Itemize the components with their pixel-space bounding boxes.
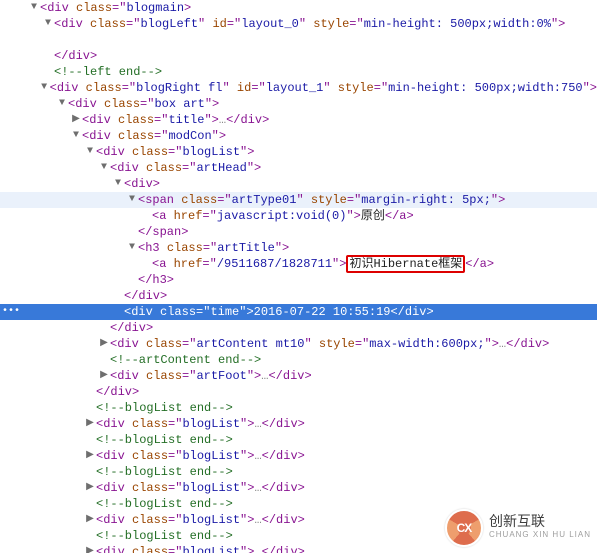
dom-tree[interactable]: <div class="blogmain><div class="blogLef… (0, 0, 597, 553)
code-segment: <div class="blogList">…</div> (96, 480, 305, 496)
tree-line[interactable]: </h3> (0, 272, 597, 288)
tree-line[interactable]: <!--left end--> (0, 64, 597, 80)
code-segment: <div class="time">2016-07-22 10:55:19</d… (124, 304, 434, 320)
tree-line[interactable]: </div> (0, 48, 597, 64)
tree-line[interactable]: <h3 class="artTitle"> (0, 240, 597, 256)
tree-line[interactable]: ••• <div class="time">2016-07-22 10:55:19… (0, 304, 597, 320)
expand-arrow-icon[interactable] (70, 128, 82, 144)
code-segment: <div class="blogList">…</div> (96, 416, 305, 432)
expand-arrow-icon[interactable] (42, 16, 54, 32)
code-segment: </div> (96, 384, 139, 400)
tree-line[interactable]: <div class="modCon"> (0, 128, 597, 144)
code-segment: <!--blogList end--> (96, 400, 233, 416)
expand-arrow-icon[interactable] (112, 176, 124, 192)
code-segment: <div class="artFoot">…</div> (110, 368, 312, 384)
code-segment: <div class="blogList">…</div> (96, 512, 305, 528)
tree-line[interactable]: <!--blogList end--> (0, 400, 597, 416)
tree-line[interactable]: <div class="blogmain> (0, 0, 597, 16)
tree-line[interactable]: <div class="blogLeft" id="layout_0" styl… (0, 16, 597, 32)
tree-line[interactable] (0, 32, 597, 48)
expand-arrow-icon[interactable] (126, 192, 138, 208)
tree-line[interactable]: <div class="artFoot">…</div> (0, 368, 597, 384)
code-segment: <!--blogList end--> (96, 464, 233, 480)
collapse-arrow-icon[interactable] (98, 368, 110, 384)
tree-line[interactable]: <div class="blogList">…</div> (0, 416, 597, 432)
tree-line[interactable]: <div class="artHead"> (0, 160, 597, 176)
code-segment: <div class="box art"> (68, 96, 219, 112)
code-segment: <span class="artType01" style="margin-ri… (138, 192, 505, 208)
code-segment: <div> (124, 176, 160, 192)
expand-arrow-icon[interactable] (84, 144, 96, 160)
code-segment: <div class="blogLeft" id="layout_0" styl… (54, 16, 565, 32)
code-segment: <div class="blogList">…</div> (96, 544, 305, 553)
tree-line[interactable]: <div class="artContent mt10" style="max-… (0, 336, 597, 352)
collapse-arrow-icon[interactable] (84, 416, 96, 432)
tree-line[interactable]: <div class="blogRight fl" id="layout_1" … (0, 80, 597, 96)
code-segment: <!--blogList end--> (96, 432, 233, 448)
code-segment: <!--blogList end--> (96, 496, 233, 512)
code-segment: </div> (124, 288, 167, 304)
code-segment: <!--artContent end--> (110, 352, 261, 368)
code-segment: <h3 class="artTitle"> (138, 240, 289, 256)
code-segment: <!--blogList end--> (96, 528, 233, 544)
collapse-arrow-icon[interactable] (98, 336, 110, 352)
expand-arrow-icon[interactable] (98, 160, 110, 176)
tree-line[interactable]: <!--blogList end--> (0, 432, 597, 448)
code-segment: <div class="blogList"> (96, 144, 254, 160)
tree-line[interactable]: </div> (0, 320, 597, 336)
code-segment: </div> (54, 48, 97, 64)
tree-line[interactable]: <div class="blogList"> (0, 144, 597, 160)
tree-line[interactable]: <a href="/9511687/1828711">初识Hibernate框架… (0, 256, 597, 272)
breakpoint-gutter-icon: ••• (0, 304, 20, 320)
tree-line[interactable]: </div> (0, 384, 597, 400)
tree-line[interactable]: <span class="artType01" style="margin-ri… (0, 192, 597, 208)
code-segment: <div class="blogRight fl" id="layout_1" … (50, 80, 597, 96)
watermark: CX 创新互联 CHUANG XIN HU LIAN (445, 509, 591, 547)
tree-line[interactable]: <!--artContent end--> (0, 352, 597, 368)
collapse-arrow-icon[interactable] (84, 512, 96, 528)
tree-line[interactable]: <div class="box art"> (0, 96, 597, 112)
code-segment: <div class="modCon"> (82, 128, 226, 144)
code-segment: <div class="blogmain> (40, 0, 191, 16)
watermark-logo-icon: CX (445, 509, 483, 547)
code-segment: <!--left end--> (54, 64, 162, 80)
tree-line[interactable]: <div> (0, 176, 597, 192)
tree-line[interactable]: <div class="blogList">…</div> (0, 480, 597, 496)
tree-line[interactable]: <div class="blogList">…</div> (0, 448, 597, 464)
expand-arrow-icon[interactable] (28, 0, 40, 16)
highlighted-text: 初识Hibernate框架 (346, 255, 465, 273)
code-segment: <a href="javascript:void(0)">原创</a> (152, 208, 414, 224)
tree-line[interactable]: <div class="title">…</div> (0, 112, 597, 128)
code-segment: <div class="title">…</div> (82, 112, 269, 128)
collapse-arrow-icon[interactable] (84, 480, 96, 496)
expand-arrow-icon[interactable] (39, 80, 50, 96)
code-segment: <div class="blogList">…</div> (96, 448, 305, 464)
tree-line[interactable]: <!--blogList end--> (0, 464, 597, 480)
code-segment: <div class="artHead"> (110, 160, 261, 176)
tree-line[interactable]: <a href="javascript:void(0)">原创</a> (0, 208, 597, 224)
code-segment: <div class="artContent mt10" style="max-… (110, 336, 549, 352)
code-segment: <a href="/9511687/1828711">初识Hibernate框架… (152, 256, 494, 272)
expand-arrow-icon[interactable] (126, 240, 138, 256)
watermark-text: 创新互联 CHUANG XIN HU LIAN (489, 514, 591, 542)
collapse-arrow-icon[interactable] (84, 448, 96, 464)
collapse-arrow-icon[interactable] (84, 544, 96, 553)
collapse-arrow-icon[interactable] (70, 112, 82, 128)
code-segment: </span> (138, 224, 188, 240)
tree-line[interactable]: </div> (0, 288, 597, 304)
expand-arrow-icon[interactable] (56, 96, 68, 112)
code-segment: </h3> (138, 272, 174, 288)
tree-line[interactable]: </span> (0, 224, 597, 240)
code-segment: </div> (110, 320, 153, 336)
